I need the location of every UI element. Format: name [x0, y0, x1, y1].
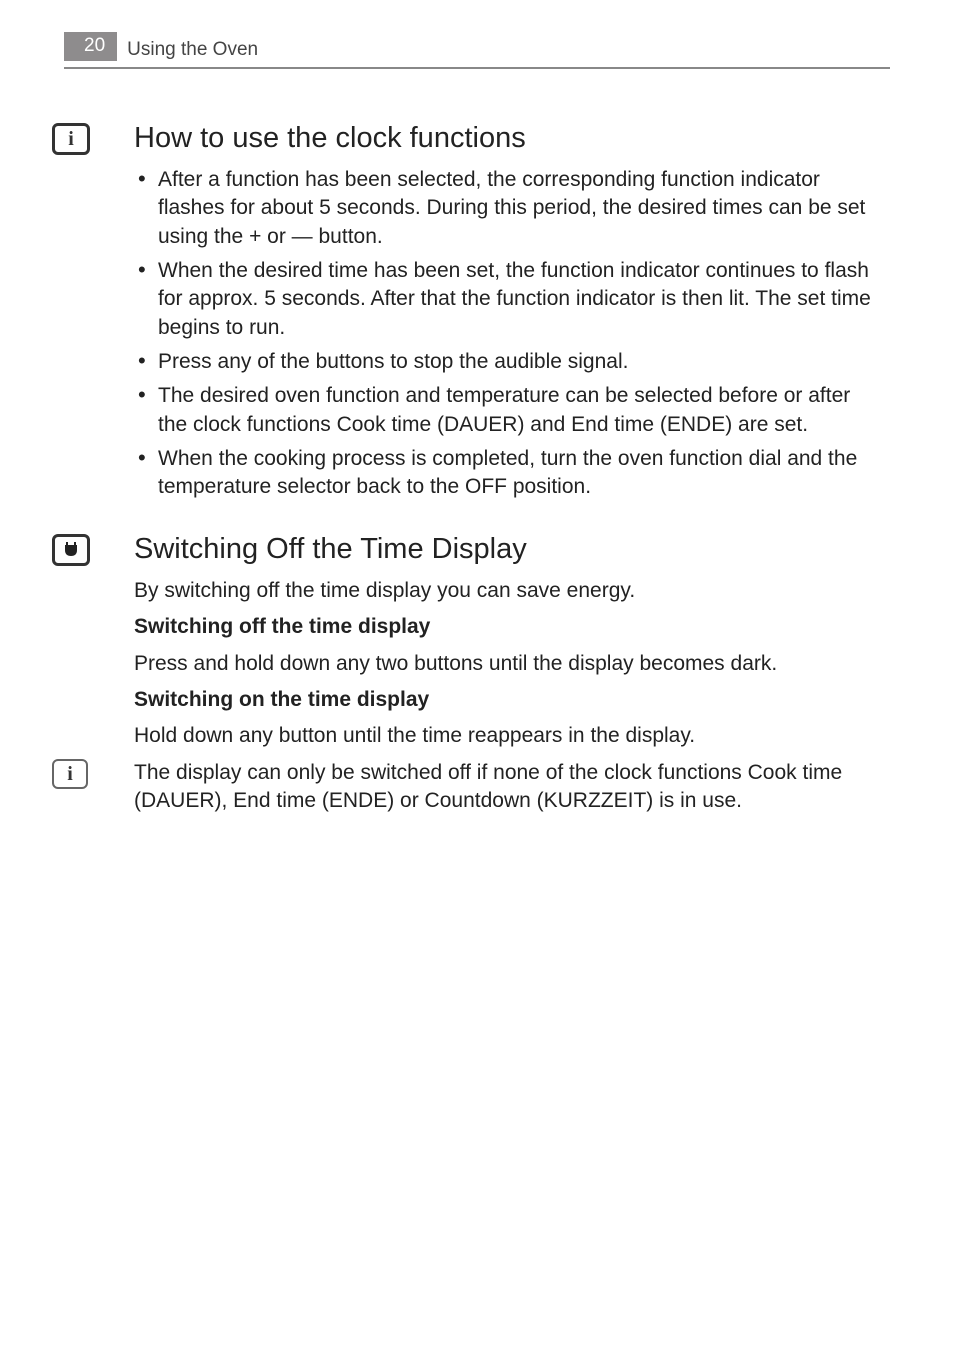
- body-text: Press and hold down any two buttons unti…: [134, 650, 882, 678]
- bullet-list: After a function has been selected, the …: [134, 166, 882, 502]
- subheading: Switching off the time display: [134, 613, 882, 641]
- section-heading: Switching Off the Time Display: [134, 530, 882, 569]
- plug-icon: [52, 534, 90, 566]
- list-item: Press any of the buttons to stop the aud…: [134, 348, 882, 376]
- body-text: Hold down any button until the time reap…: [134, 722, 882, 750]
- list-item: The desired oven function and temperatur…: [134, 382, 882, 439]
- note-text: The display can only be switched off if …: [134, 759, 882, 816]
- page-header: 20 Using the Oven: [64, 32, 890, 69]
- section-heading: How to use the clock functions: [134, 119, 882, 158]
- list-item: When the desired time has been set, the …: [134, 257, 882, 342]
- info-icon: i: [52, 123, 90, 155]
- list-item: When the cooking process is completed, t…: [134, 445, 882, 502]
- section-clock-functions: i How to use the clock functions After a…: [134, 119, 882, 502]
- page: 20 Using the Oven i How to use the clock…: [0, 0, 954, 1352]
- page-number: 20: [64, 32, 117, 61]
- section-switch-off-display: Switching Off the Time Display By switch…: [134, 530, 882, 816]
- note-block: i The display can only be switched off i…: [134, 759, 882, 816]
- section-intro: By switching off the time display you ca…: [134, 577, 882, 605]
- subheading: Switching on the time display: [134, 686, 882, 714]
- header-title: Using the Oven: [127, 39, 258, 61]
- list-item: After a function has been selected, the …: [134, 166, 882, 251]
- info-icon: i: [52, 759, 88, 789]
